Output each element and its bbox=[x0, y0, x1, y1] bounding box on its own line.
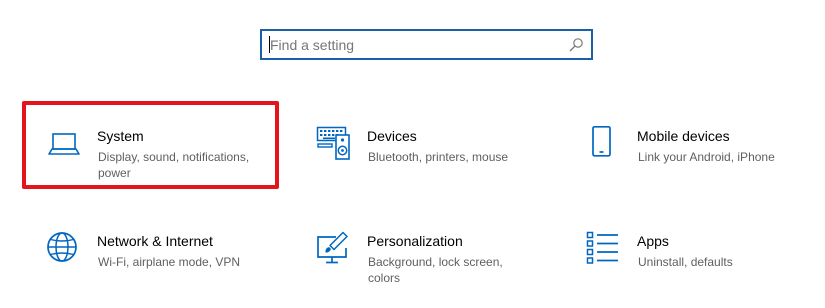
tile-devices[interactable]: Devices Bluetooth, printers, mouse bbox=[316, 126, 566, 196]
tile-network-internet-title: Network & Internet bbox=[97, 233, 213, 249]
globe-icon bbox=[47, 232, 77, 262]
tile-mobile-devices-title: Mobile devices bbox=[637, 128, 730, 144]
search-box[interactable] bbox=[260, 29, 593, 60]
search-icon[interactable] bbox=[568, 37, 584, 53]
search-input[interactable] bbox=[270, 31, 562, 58]
tile-network-internet-description: Wi-Fi, airplane mode, VPN bbox=[98, 255, 241, 269]
tile-personalization[interactable]: Personalization Background, lock screen,… bbox=[316, 231, 566, 301]
tile-mobile-devices-description: Link your Android, iPhone bbox=[638, 150, 775, 164]
tile-personalization-title: Personalization bbox=[367, 233, 463, 249]
tile-network-internet[interactable]: Network & Internet Wi-Fi, airplane mode,… bbox=[46, 231, 296, 301]
tile-devices-description: Bluetooth, printers, mouse bbox=[368, 150, 509, 164]
tile-apps-description: Uninstall, defaults bbox=[638, 255, 733, 269]
keyboard-speaker-icon bbox=[316, 126, 350, 160]
tile-system[interactable]: System Display, sound, notifications, po… bbox=[46, 126, 296, 196]
phone-icon bbox=[592, 126, 611, 157]
tile-apps[interactable]: Apps Uninstall, defaults bbox=[586, 231, 825, 301]
apps-list-icon bbox=[586, 231, 618, 264]
laptop-icon bbox=[48, 133, 80, 155]
tile-apps-title: Apps bbox=[637, 233, 669, 249]
paintbrush-monitor-icon bbox=[317, 231, 348, 264]
tile-mobile-devices[interactable]: Mobile devices Link your Android, iPhone bbox=[586, 126, 825, 196]
tile-devices-title: Devices bbox=[367, 128, 417, 144]
settings-home: System Display, sound, notifications, po… bbox=[0, 0, 825, 308]
tile-personalization-description: Background, lock screen, colors bbox=[368, 255, 503, 285]
tile-system-description: Display, sound, notifications, power bbox=[98, 150, 250, 180]
tile-system-title: System bbox=[97, 128, 144, 144]
